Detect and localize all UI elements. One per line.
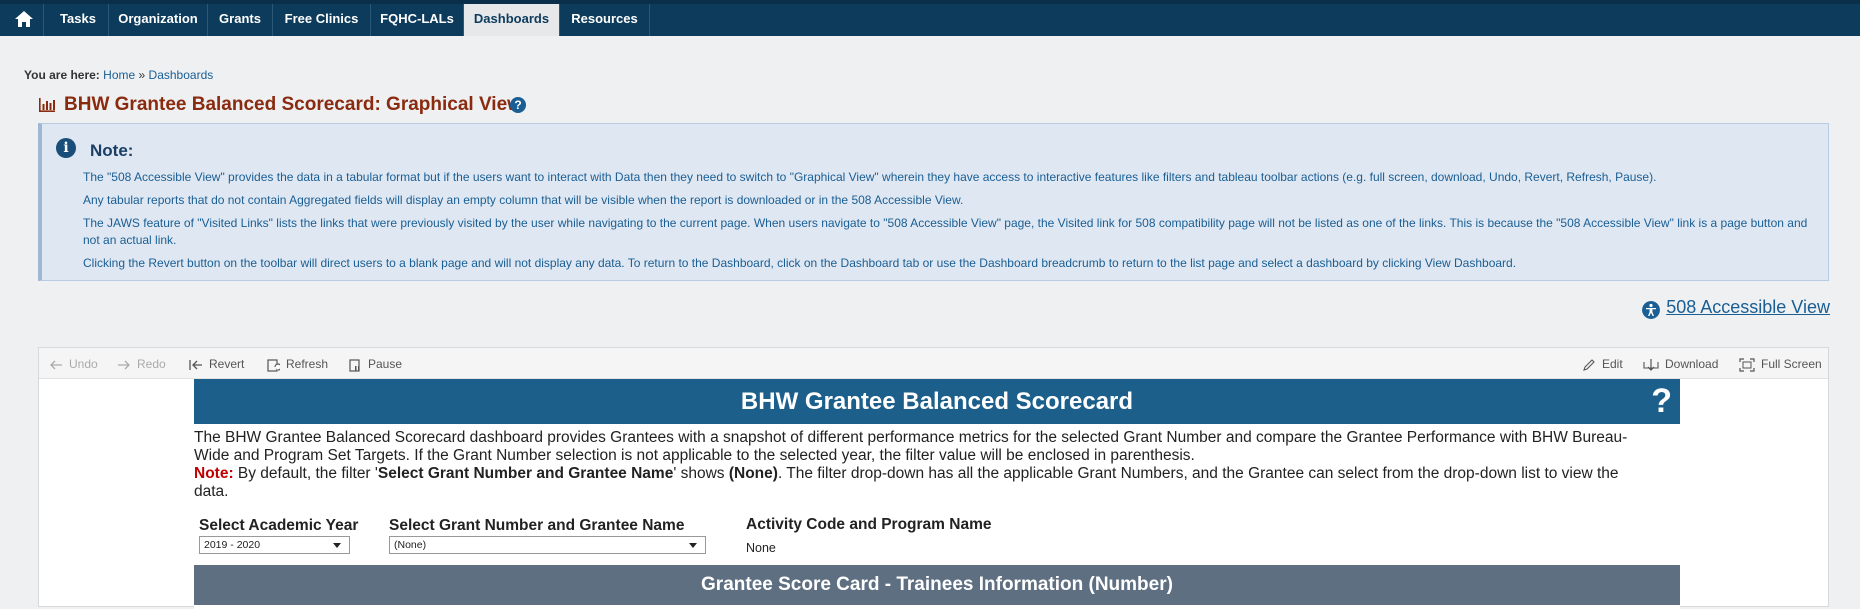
description-line-2: Wide and Program Set Targets. If the Gra… (194, 447, 1195, 464)
nav-tasks[interactable]: Tasks (48, 4, 109, 36)
full-screen-label: Full Screen (1761, 357, 1822, 371)
note-line-3b: not an actual link. (83, 233, 177, 247)
note-line-3: The JAWS feature of "Visited Links" list… (83, 216, 1808, 230)
nav-organization[interactable]: Organization (109, 4, 208, 36)
accessible-view-link[interactable]: 508 Accessible View (1666, 297, 1830, 318)
download-button[interactable]: Download (1643, 356, 1718, 372)
grant-number-label: Select Grant Number and Grantee Name (389, 517, 685, 534)
dashboard-help-icon[interactable]: ? (1651, 383, 1672, 419)
refresh-icon (267, 359, 282, 372)
page-title: BHW Grantee Balanced Scorecard: Graphica… (64, 94, 522, 115)
breadcrumb-separator: » (138, 68, 146, 82)
description-line-1: The BHW Grantee Balanced Scorecard dashb… (194, 429, 1628, 446)
note-label: Note: (194, 465, 234, 482)
nav-free-clinics[interactable]: Free Clinics (273, 4, 371, 36)
note-text-a: By default, the filter ' (233, 465, 378, 482)
breadcrumb-dashboards-link[interactable]: Dashboards (149, 68, 214, 82)
dashboard-description: The BHW Grantee Balanced Scorecard dashb… (194, 429, 1674, 501)
note-text-e: . The filter drop-down has all the appli… (777, 465, 1619, 482)
refresh-label: Refresh (286, 357, 329, 371)
redo-label: Redo (137, 357, 166, 371)
academic-year-label: Select Academic Year (199, 517, 359, 534)
note-line-1: The "508 Accessible View" provides the d… (83, 170, 1657, 184)
pause-button[interactable]: Pause (348, 356, 402, 372)
chevron-down-icon (333, 543, 341, 548)
pause-icon (349, 359, 360, 372)
undo-icon (50, 360, 62, 370)
accessibility-icon (1642, 301, 1660, 319)
undo-button[interactable]: Undo (49, 356, 98, 372)
academic-year-select[interactable]: 2019 - 2020 (199, 536, 350, 554)
note-title: Note: (90, 141, 134, 160)
dashboard-canvas: BHW Grantee Balanced Scorecard ? The BHW… (194, 379, 1680, 609)
revert-label: Revert (209, 357, 245, 371)
trainees-section-header: Grantee Score Card - Trainees Informatio… (194, 565, 1680, 605)
revert-icon (189, 359, 202, 370)
full-screen-button[interactable]: Full Screen (1739, 356, 1822, 372)
undo-label: Undo (69, 357, 98, 371)
nav-dashboards[interactable]: Dashboards (464, 4, 560, 36)
breadcrumb-label: You are here: (24, 68, 100, 82)
edit-label: Edit (1602, 357, 1623, 371)
breadcrumb: You are here: Home » Dashboards (24, 68, 213, 82)
question-circle-icon[interactable]: ? (510, 97, 526, 113)
description-note: Note: By default, the filter 'Select Gra… (194, 465, 1674, 483)
download-label: Download (1665, 357, 1719, 371)
note-text-c: ' shows (673, 465, 729, 482)
redo-icon (118, 360, 130, 370)
nav-resources[interactable]: Resources (560, 4, 650, 36)
nav-grants[interactable]: Grants (208, 4, 273, 36)
revert-button[interactable]: Revert (189, 356, 244, 372)
tableau-viz: Undo Redo Revert Refresh Pause Edit Down… (38, 347, 1829, 609)
breadcrumb-home-link[interactable]: Home (103, 68, 135, 82)
info-icon: i (56, 138, 76, 158)
note-panel: i Note: The "508 Accessible View" provid… (38, 123, 1829, 281)
edit-button[interactable]: Edit (1582, 356, 1623, 372)
refresh-button[interactable]: Refresh (266, 356, 328, 372)
redo-button[interactable]: Redo (117, 356, 166, 372)
note-text-d: (None) (728, 465, 778, 482)
note-line-4: Clicking the Revert button on the toolba… (83, 256, 1517, 270)
download-icon (1643, 358, 1659, 371)
grant-number-select[interactable]: (None) (389, 536, 706, 554)
top-navigation-bar: Tasks Organization Grants Free Clinics F… (0, 0, 1860, 36)
viz-toolbar: Undo Redo Revert Refresh Pause Edit Down… (39, 348, 1828, 379)
pencil-icon (1583, 359, 1595, 371)
full-screen-icon (1739, 358, 1755, 372)
grant-number-value: (None) (394, 539, 427, 551)
pause-label: Pause (368, 357, 403, 371)
note-line-2: Any tabular reports that do not contain … (83, 193, 964, 207)
note-text-b: Select Grant Number and Grantee Name (377, 465, 674, 482)
chevron-down-icon (689, 543, 697, 548)
activity-code-label: Activity Code and Program Name (746, 516, 992, 533)
nav-fqhc-lals[interactable]: FQHC-LALs (371, 4, 464, 36)
nav-home[interactable] (0, 4, 44, 36)
dashboard-title: BHW Grantee Balanced Scorecard (194, 379, 1680, 424)
bar-chart-icon (39, 98, 55, 112)
academic-year-value: 2019 - 2020 (204, 539, 261, 551)
activity-code-value: None (746, 541, 776, 555)
description-note-end: data. (194, 483, 229, 500)
